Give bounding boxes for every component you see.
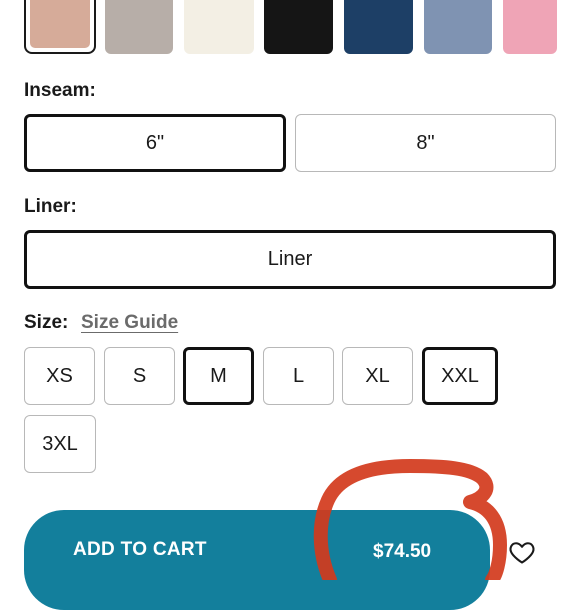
size-option-label: L bbox=[292, 364, 305, 387]
inseam-option-label: 8" bbox=[416, 131, 435, 154]
add-to-cart-label: ADD TO CART bbox=[73, 539, 207, 560]
inseam-option-label: 6" bbox=[145, 131, 165, 154]
size-option-label: M bbox=[210, 364, 227, 387]
price-label: $74.50 bbox=[373, 541, 432, 562]
size-option-xs[interactable]: XS bbox=[24, 347, 95, 405]
liner-option[interactable]: Liner bbox=[24, 230, 556, 289]
heart-icon[interactable] bbox=[508, 538, 536, 566]
add-to-cart-button[interactable]: ADD TO CART $74.50 bbox=[24, 510, 490, 610]
swatch[interactable] bbox=[105, 0, 173, 54]
swatch[interactable] bbox=[264, 0, 333, 54]
swatch[interactable] bbox=[344, 0, 413, 54]
liner-label: Liner: bbox=[24, 196, 77, 217]
size-option-xl[interactable]: XL bbox=[342, 347, 413, 405]
size-option-s[interactable]: S bbox=[104, 347, 175, 405]
size-option-xxl[interactable]: XXL bbox=[422, 347, 498, 405]
inseam-label: Inseam: bbox=[24, 80, 96, 101]
size-option-label: 3XL bbox=[42, 432, 78, 455]
liner-option-label: Liner bbox=[267, 248, 313, 270]
size-option-label: XL bbox=[365, 364, 390, 387]
size-option-m[interactable]: M bbox=[183, 347, 254, 405]
size-guide-link[interactable]: Size Guide bbox=[81, 312, 178, 334]
size-option-3xl[interactable]: 3XL bbox=[24, 415, 96, 473]
inseam-option-8[interactable]: 8" bbox=[295, 114, 556, 172]
swatch[interactable] bbox=[424, 0, 492, 54]
size-option-label: S bbox=[132, 364, 147, 387]
swatch[interactable] bbox=[503, 0, 557, 54]
inseam-option-6[interactable]: 6" bbox=[24, 114, 286, 172]
swatch-fill bbox=[30, 0, 90, 48]
size-option-l[interactable]: L bbox=[263, 347, 334, 405]
swatch-selected[interactable] bbox=[24, 0, 96, 54]
size-option-label: XS bbox=[46, 364, 73, 387]
swatch[interactable] bbox=[184, 0, 254, 54]
size-option-label: XXL bbox=[441, 364, 479, 387]
size-label: Size: bbox=[24, 312, 69, 333]
